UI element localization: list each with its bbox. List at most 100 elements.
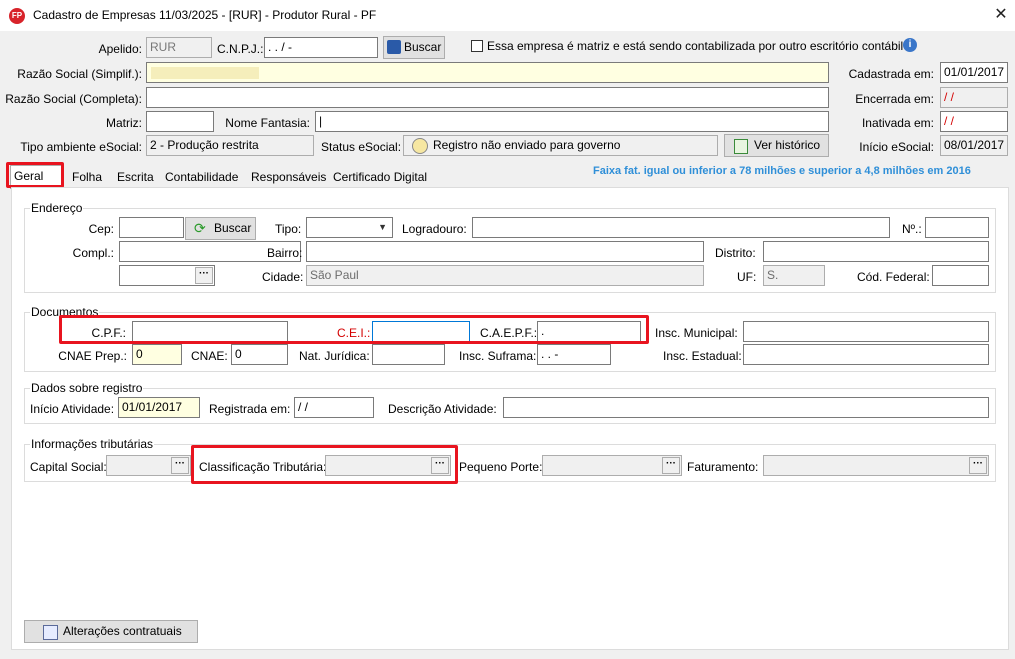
cod-federal-label: Cód. Federal:	[857, 270, 930, 284]
tab-contabilidade-label: Contabilidade	[165, 170, 239, 184]
tab-folha-label: Folha	[72, 170, 103, 184]
inativada-input[interactable]: / /	[940, 111, 1008, 132]
tab-escrita[interactable]: Escrita	[114, 167, 157, 187]
cnae-input[interactable]: 0	[231, 344, 288, 365]
bairro-input[interactable]	[306, 241, 704, 262]
compl-label: Compl.:	[72, 246, 114, 260]
inicio-esocial-input[interactable]: 08/01/2017	[940, 135, 1008, 156]
tab-responsaveis[interactable]: Responsáveis	[248, 167, 329, 187]
insc-estadual-input[interactable]	[743, 344, 989, 365]
matriz-label: Matriz:	[106, 116, 142, 130]
tab-certificado-digital[interactable]: Certificado Digital	[330, 167, 430, 187]
cod-federal-input[interactable]	[932, 265, 989, 286]
faturamento-input[interactable]: ···	[763, 455, 989, 476]
status-esocial-label: Status eSocial:	[321, 140, 402, 154]
window-title: Cadastro de Empresas 11/03/2025 - [RUR] …	[33, 8, 377, 22]
faixa-faturamento-text: Faixa fat. igual ou inferior a 78 milhõe…	[593, 165, 971, 177]
highlight-documentos	[59, 315, 649, 344]
inicio-atividade-input[interactable]: 01/01/2017	[118, 397, 200, 418]
ellipsis-icon[interactable]: ···	[969, 457, 987, 474]
cep-buscar-label: Buscar	[214, 221, 252, 235]
tipo-select[interactable]: ▼	[306, 217, 393, 238]
apelido-label: Apelido:	[98, 42, 142, 56]
municipio-code-input[interactable]: ···	[119, 265, 215, 286]
encerrada-input[interactable]: / /	[940, 87, 1008, 108]
razao-compl-label: Razão Social (Completa):	[5, 92, 142, 106]
redacted-value	[151, 67, 259, 79]
tipo-label: Tipo:	[275, 222, 302, 236]
pequeno-porte-label: Pequeno Porte:	[459, 460, 543, 474]
tab-escrita-label: Escrita	[117, 170, 154, 184]
cadastrada-input[interactable]: 01/01/2017	[940, 62, 1008, 83]
cep-buscar-button[interactable]: ⟳ Buscar	[185, 217, 256, 240]
apelido-input[interactable]: RUR	[146, 37, 212, 58]
receita-icon	[387, 40, 401, 54]
cnpj-input[interactable]: . . / -	[264, 37, 378, 58]
distrito-input[interactable]	[763, 241, 989, 262]
logradouro-input[interactable]	[472, 217, 890, 238]
razao-simpl-label: Razão Social (Simplif.):	[17, 67, 142, 81]
chevron-down-icon: ▼	[378, 222, 387, 232]
numero-input[interactable]	[925, 217, 989, 238]
razao-compl-input[interactable]	[146, 87, 829, 108]
encerrada-label: Encerrada em:	[855, 92, 934, 106]
status-esocial-value: Registro não enviado para governo	[433, 138, 621, 152]
esocial-status-icon	[412, 138, 428, 154]
cidade-label: Cidade:	[262, 270, 304, 284]
cnpj-label: C.N.P.J.:	[217, 42, 264, 56]
alteracoes-contratuais-button[interactable]: Alterações contratuais	[24, 620, 198, 643]
registrada-label: Registrada em:	[209, 402, 291, 416]
razao-simpl-input[interactable]	[146, 62, 829, 83]
matriz-input[interactable]	[146, 111, 214, 132]
distrito-label: Distrito:	[715, 246, 756, 260]
registrada-input[interactable]: / /	[294, 397, 374, 418]
pequeno-porte-input[interactable]: ···	[542, 455, 682, 476]
logradouro-label: Logradouro:	[402, 222, 467, 236]
insc-estadual-label: Insc. Estadual:	[663, 349, 742, 363]
document-icon	[43, 625, 58, 640]
cnpj-buscar-button[interactable]: Buscar	[383, 36, 445, 59]
status-esocial-field: Registro não enviado para governo	[403, 135, 718, 156]
registro-title: Dados sobre registro	[30, 381, 144, 395]
ver-historico-button[interactable]: Ver histórico	[724, 134, 829, 157]
tab-contabilidade[interactable]: Contabilidade	[162, 167, 241, 187]
insc-suframa-input[interactable]: . . -	[537, 344, 611, 365]
cidade-input[interactable]: São Paul	[306, 265, 704, 286]
faturamento-label: Faturamento:	[687, 460, 759, 474]
insc-municipal-input[interactable]	[743, 321, 989, 342]
close-icon[interactable]: ✕	[990, 4, 1012, 26]
refresh-icon: ⟳	[194, 220, 206, 236]
ver-historico-label: Ver histórico	[754, 138, 821, 152]
inicio-atividade-label: Início Atividade:	[30, 402, 115, 416]
cnae-prep-input[interactable]: 0	[132, 344, 182, 365]
uf-input[interactable]: S.	[763, 265, 825, 286]
tipo-ambiente-label: Tipo ambiente eSocial:	[20, 140, 142, 154]
tipo-ambiente-input[interactable]: 2 - Produção restrita	[146, 135, 314, 156]
ellipsis-icon[interactable]: ···	[171, 457, 189, 474]
tab-responsaveis-label: Responsáveis	[251, 170, 327, 184]
historico-icon	[734, 139, 748, 154]
cnae-label: CNAE:	[191, 349, 228, 363]
cnae-prep-label: CNAE Prep.:	[58, 349, 127, 363]
capital-social-label: Capital Social:	[30, 460, 107, 474]
descricao-atividade-input[interactable]	[503, 397, 989, 418]
inativada-label: Inativada em:	[861, 116, 934, 130]
info-icon[interactable]: i	[903, 38, 917, 52]
tab-folha[interactable]: Folha	[69, 167, 105, 187]
nome-fantasia-label: Nome Fantasia:	[225, 116, 310, 130]
endereco-title: Endereço	[30, 201, 84, 215]
numero-label: Nº.:	[902, 222, 922, 236]
ellipsis-icon[interactable]: ···	[195, 267, 213, 284]
matriz-checkbox[interactable]	[471, 40, 483, 52]
cep-label: Cep:	[88, 222, 114, 236]
cep-input[interactable]	[119, 217, 184, 238]
inicio-esocial-label: Início eSocial:	[859, 140, 934, 154]
nome-fantasia-input[interactable]: |	[315, 111, 829, 132]
fp-app-icon: FP	[9, 8, 25, 24]
capital-social-input[interactable]: ···	[106, 455, 191, 476]
descricao-atividade-label: Descrição Atividade:	[388, 402, 497, 416]
nat-juridica-input[interactable]	[372, 344, 445, 365]
matriz-checkbox-label: Essa empresa é matriz e está sendo conta…	[487, 39, 904, 53]
ellipsis-icon[interactable]: ···	[662, 457, 680, 474]
bairro-label: Bairro:	[267, 246, 303, 260]
